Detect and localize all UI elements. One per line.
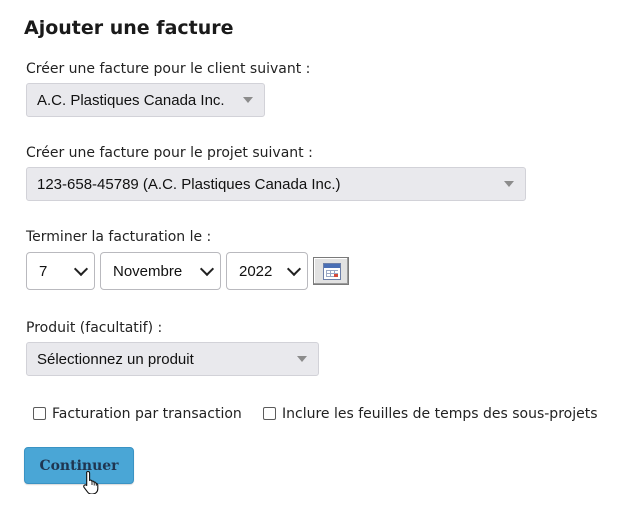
- include-subprojects-label: Inclure les feuilles de temps des sous-p…: [282, 406, 598, 422]
- product-label: Produit (facultatif) :: [26, 320, 163, 336]
- client-select-value: A.C. Plastiques Canada Inc.: [37, 91, 225, 109]
- dropdown-arrow-icon: [297, 356, 307, 362]
- dropdown-arrow-icon: [504, 181, 514, 187]
- month-select[interactable]: Novembre: [100, 252, 221, 290]
- month-select-value: Novembre: [113, 262, 183, 280]
- product-select[interactable]: Sélectionnez un produit: [26, 342, 319, 376]
- project-select-value: 123-658-45789 (A.C. Plastiques Canada In…: [37, 175, 341, 193]
- chevron-down-icon: [286, 261, 302, 277]
- year-select-value: 2022: [239, 262, 273, 280]
- project-label: Créer une facture pour le projet suivant…: [26, 145, 313, 161]
- calendar-icon: [323, 263, 341, 280]
- day-select-value: 7: [39, 262, 48, 280]
- add-invoice-form: Ajouter une facture Créer une facture po…: [0, 0, 632, 526]
- chevron-down-icon: [73, 261, 89, 277]
- hand-pointer-cursor-icon: [83, 470, 99, 494]
- day-select[interactable]: 7: [26, 252, 95, 290]
- year-select[interactable]: 2022: [226, 252, 308, 290]
- per-transaction-checkbox[interactable]: [33, 407, 46, 420]
- project-select[interactable]: 123-658-45789 (A.C. Plastiques Canada In…: [26, 167, 526, 201]
- calendar-button[interactable]: [313, 257, 349, 285]
- client-label: Créer une facture pour le client suivant…: [26, 61, 311, 77]
- per-transaction-label: Facturation par transaction: [52, 406, 242, 422]
- dropdown-arrow-icon: [243, 97, 253, 103]
- client-select[interactable]: A.C. Plastiques Canada Inc.: [26, 83, 265, 117]
- end-date-label: Terminer la facturation le :: [26, 229, 212, 245]
- product-select-value: Sélectionnez un produit: [37, 350, 194, 368]
- continue-button-label: Continuer: [39, 457, 119, 474]
- chevron-down-icon: [199, 261, 215, 277]
- include-subprojects-checkbox[interactable]: [263, 407, 276, 420]
- page-title: Ajouter une facture: [24, 17, 234, 39]
- continue-button[interactable]: Continuer: [24, 447, 134, 484]
